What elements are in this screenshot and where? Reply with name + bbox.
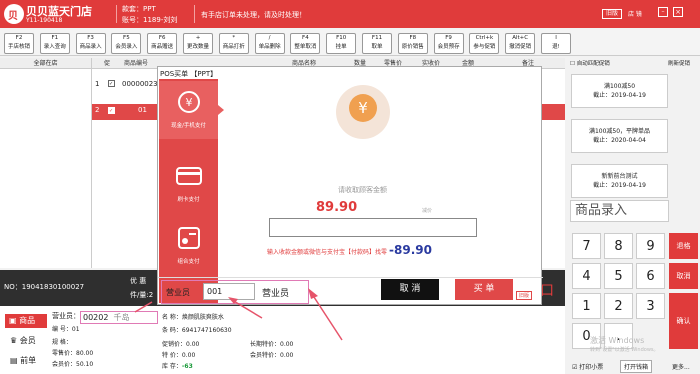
annotation-arrows [134,288,343,341]
